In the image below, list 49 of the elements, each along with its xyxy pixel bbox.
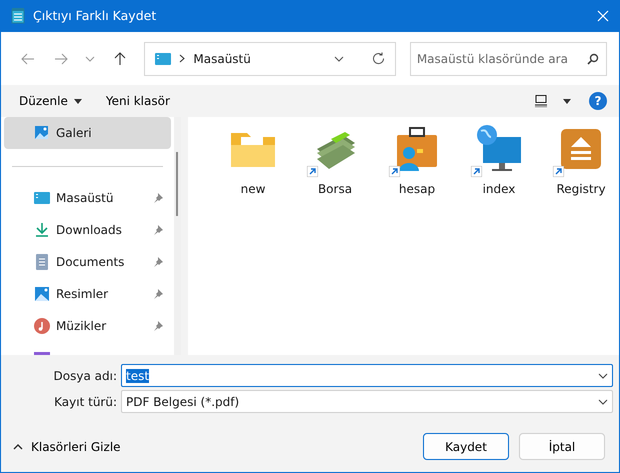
- document-icon: [34, 254, 50, 270]
- search-field[interactable]: Masaüstü klasöründe ara: [410, 42, 608, 76]
- search-icon[interactable]: [587, 52, 600, 64]
- forward-arrow-icon: [54, 52, 68, 64]
- breadcrumb-location[interactable]: Masaüstü: [193, 50, 326, 68]
- chevron-up-icon: [13, 444, 23, 450]
- desktop-icon: [155, 52, 172, 64]
- chevron-down-icon: [85, 56, 96, 62]
- monitor-globe-icon[interactable]: [475, 125, 523, 173]
- picture-icon: [34, 286, 50, 302]
- file-type-dropdown[interactable]: PDF Belgesi (*.pdf): [121, 390, 613, 413]
- save-button[interactable]: Kaydet: [423, 433, 509, 460]
- organize-menu-button[interactable]: Düzenle: [13, 90, 88, 112]
- chevron-down-icon: [598, 372, 608, 378]
- chevron-down-icon[interactable]: [334, 56, 344, 62]
- new-folder-button[interactable]: Yeni klasör: [100, 90, 176, 112]
- window-title: Çıktıyı Farklı Kaydet: [33, 6, 156, 25]
- up-arrow-icon: [114, 52, 126, 66]
- file-name-field[interactable]: test: [121, 364, 613, 387]
- notepad-icon: [11, 8, 25, 24]
- chevron-down-icon: [598, 398, 608, 404]
- refresh-icon[interactable]: [372, 52, 385, 65]
- chevron-right-icon: [179, 54, 186, 63]
- file-name[interactable]: Borsa: [318, 180, 352, 198]
- field-label: Kayıt türü:: [53, 394, 118, 410]
- sidebar-item[interactable]: Downloads: [4, 214, 171, 246]
- view-icon: [535, 95, 547, 107]
- close-icon[interactable]: [597, 10, 609, 22]
- sidebar-item[interactable]: Galeri: [4, 117, 171, 149]
- sidebar-item[interactable]: Müzikler: [4, 310, 171, 342]
- file-name[interactable]: new: [240, 180, 266, 198]
- field-label: Dosya adı:: [52, 368, 118, 384]
- address-bar[interactable]: Masaüstü: [144, 42, 396, 76]
- file-name[interactable]: hesap: [398, 180, 436, 198]
- hide-folders-button[interactable]: Klasörleri Gizle: [13, 438, 121, 456]
- music-icon: [34, 318, 50, 334]
- gallery-icon: [34, 125, 50, 141]
- help-button[interactable]: ?: [589, 92, 607, 110]
- file-name[interactable]: index: [482, 180, 516, 198]
- caret-icon: [563, 98, 571, 104]
- sidebar-item[interactable]: Documents: [4, 246, 171, 278]
- cancel-button[interactable]: İptal: [519, 433, 605, 460]
- download-icon: [34, 222, 50, 238]
- caret-icon: [74, 98, 82, 104]
- sidebar-item[interactable]: Resimler: [4, 278, 171, 310]
- file-name[interactable]: Registry: [556, 180, 606, 198]
- desktop-icon: [34, 190, 50, 206]
- sidebar-item[interactable]: Masaüstü: [4, 182, 171, 214]
- back-arrow-icon: [20, 52, 35, 64]
